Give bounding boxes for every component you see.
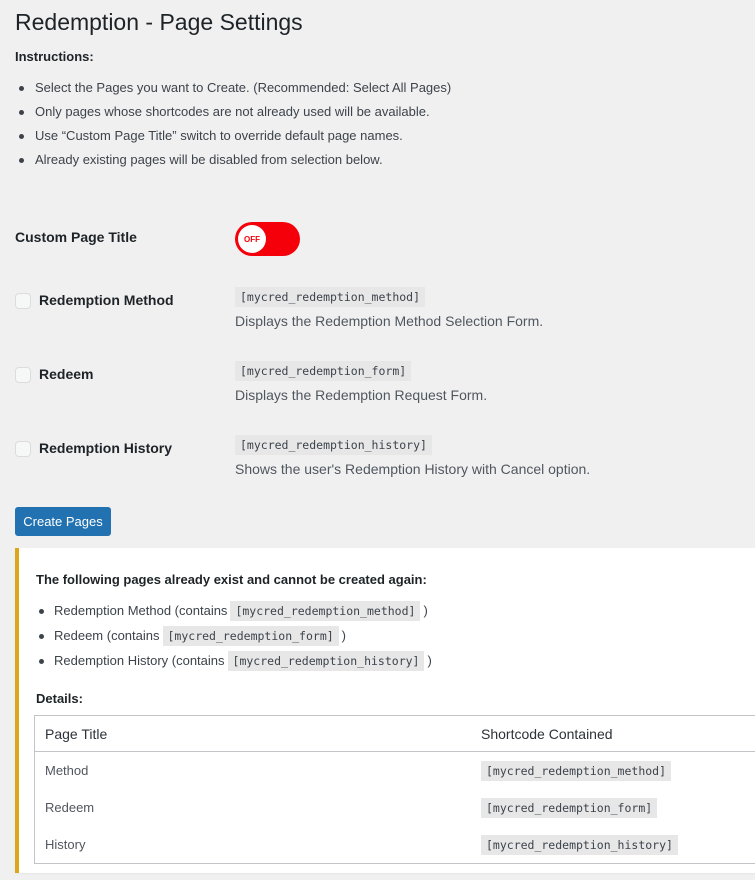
page-description: Displays the Redemption Method Selection… <box>235 313 544 329</box>
table-cell-shortcode: [mycred_redemption_form] <box>471 789 755 826</box>
table-shortcode: [mycred_redemption_history] <box>481 834 678 855</box>
existing-page-shortcode: [mycred_redemption_method] <box>230 601 421 621</box>
page-name: Redemption Method <box>39 292 174 308</box>
instruction-item: Already existing pages will be disabled … <box>15 150 451 174</box>
instruction-item: Select the Pages you want to Create. (Re… <box>15 78 451 102</box>
existing-pages-notice: The following pages already exist and ca… <box>15 548 755 873</box>
existing-pages-list: Redemption Method (contains [mycred_redem… <box>36 600 432 675</box>
redeem-checkbox[interactable] <box>15 367 31 383</box>
existing-page-prefix: Redemption History (contains <box>54 653 225 668</box>
create-pages-button[interactable]: Create Pages <box>15 507 111 536</box>
table-cell-page-title: Method <box>45 763 89 778</box>
page-shortcode: [mycred_redemption_method] <box>235 287 426 307</box>
page-description: Displays the Redemption Request Form. <box>235 387 488 403</box>
page-name: Redeem <box>39 366 94 382</box>
existing-page-shortcode: [mycred_redemption_form] <box>162 626 339 646</box>
page-title: Redemption - Page Settings <box>15 9 303 35</box>
redemption-method-checkbox[interactable] <box>15 293 31 309</box>
table-header-row: Page Title Shortcode Contained <box>34 715 755 752</box>
table-cell-shortcode: [mycred_redemption_method] <box>471 752 755 790</box>
table-shortcode: [mycred_redemption_form] <box>481 797 658 818</box>
table-row: Method [mycred_redemption_method] <box>35 752 755 790</box>
existing-page-suffix: ) <box>341 628 347 643</box>
existing-page-item: Redemption Method (contains [mycred_redem… <box>36 600 432 625</box>
table-cell-page-title: Redeem <box>45 800 95 815</box>
existing-page-suffix: ) <box>427 653 432 668</box>
existing-page-item: Redeem (contains [mycred_redemption_form]… <box>36 625 432 650</box>
custom-page-title-label: Custom Page Title <box>15 229 137 245</box>
redemption-history-checkbox[interactable] <box>15 441 31 457</box>
instruction-item: Only pages whose shortcodes are not alre… <box>15 102 451 126</box>
details-label: Details: <box>36 691 83 706</box>
table-header-shortcode: Shortcode Contained <box>471 715 755 752</box>
table-shortcode: [mycred_redemption_method] <box>481 760 672 781</box>
page-row-redemption-method: Redemption Method [mycred_redemption_met… <box>15 287 745 337</box>
table-row: History [mycred_redemption_history] <box>35 826 755 864</box>
page-row-redeem: Redeem [mycred_redemption_form] Displays… <box>15 361 745 411</box>
notice-title: The following pages already exist and ca… <box>36 572 427 587</box>
toggle-state-text: OFF <box>244 234 260 244</box>
page-shortcode: [mycred_redemption_form] <box>235 361 412 381</box>
existing-page-prefix: Redeem (contains <box>54 628 160 643</box>
toggle-knob: OFF <box>238 225 266 253</box>
existing-page-prefix: Redemption Method (contains <box>54 603 228 618</box>
existing-page-shortcode: [mycred_redemption_history] <box>227 651 425 671</box>
instructions-list: Select the Pages you want to Create. (Re… <box>15 78 451 174</box>
details-table: Page Title Shortcode Contained Method [m… <box>34 715 755 864</box>
existing-page-item: Redemption History (contains [mycred_rede… <box>36 650 432 675</box>
page-shortcode: [mycred_redemption_history] <box>235 435 432 455</box>
table-cell-page-title: History <box>45 837 86 852</box>
instruction-item: Use “Custom Page Title” switch to overri… <box>15 126 451 150</box>
custom-page-title-toggle[interactable]: OFF <box>235 222 300 256</box>
table-cell-shortcode: [mycred_redemption_history] <box>471 826 755 864</box>
existing-page-suffix: ) <box>423 603 428 618</box>
page-description: Shows the user's Redemption History with… <box>235 461 591 477</box>
table-header-page-title: Page Title <box>34 715 471 752</box>
page-row-redemption-history: Redemption History [mycred_redemption_hi… <box>15 435 745 485</box>
page-name: Redemption History <box>39 440 173 456</box>
instructions-label: Instructions: <box>15 49 94 64</box>
table-row: Redeem [mycred_redemption_form] <box>35 789 755 826</box>
